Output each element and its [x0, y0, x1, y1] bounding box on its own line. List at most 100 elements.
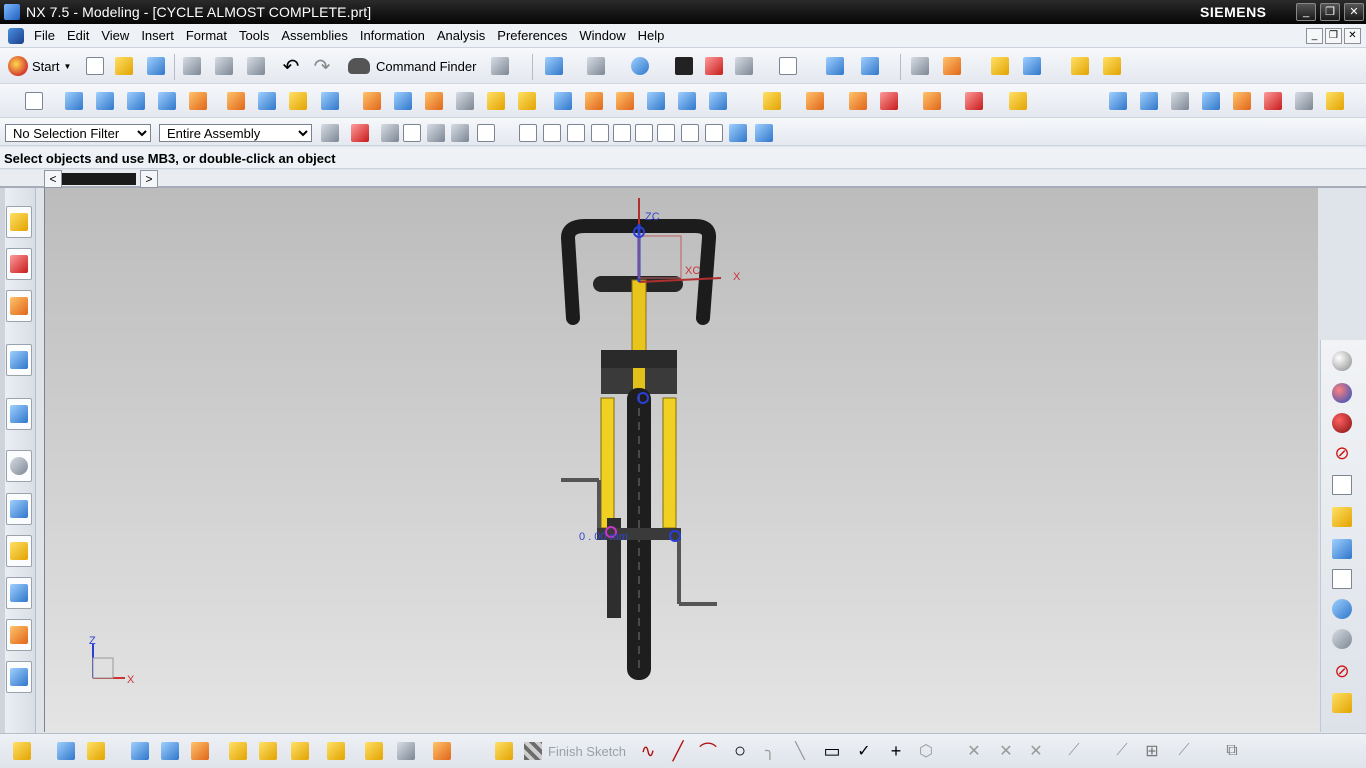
internet-explorer-tab[interactable]: [6, 344, 32, 376]
assembly-navigator-tab[interactable]: [6, 206, 32, 238]
assembly-cut-button[interactable]: [324, 739, 348, 763]
menu-assemblies[interactable]: Assemblies: [275, 28, 353, 43]
lighting-button[interactable]: [1328, 504, 1356, 530]
chamfer-sketch-button[interactable]: ╲: [788, 739, 812, 763]
menu-view[interactable]: View: [95, 28, 135, 43]
background-settings-button[interactable]: [1328, 472, 1356, 498]
save-button[interactable]: [144, 54, 168, 78]
new-file-button[interactable]: [83, 54, 107, 78]
snap-point-on-surface-button[interactable]: [702, 121, 726, 145]
material-button[interactable]: [1328, 380, 1356, 406]
component-properties-button[interactable]: [54, 739, 78, 763]
fillet-button[interactable]: ╮: [758, 739, 782, 763]
hole-button[interactable]: [155, 89, 179, 113]
link-button[interactable]: [362, 739, 386, 763]
menu-tools[interactable]: Tools: [233, 28, 275, 43]
document-tab[interactable]: [62, 173, 136, 185]
swept-button[interactable]: [1168, 89, 1192, 113]
revolve-button[interactable]: [93, 89, 117, 113]
promote-button[interactable]: [288, 739, 312, 763]
surface-through-curves-button[interactable]: [1106, 89, 1130, 113]
move-component-button[interactable]: [962, 89, 986, 113]
system-scene-tab[interactable]: [6, 661, 32, 693]
static-wireframe-button[interactable]: [732, 54, 756, 78]
assembly-constraints-button[interactable]: [920, 89, 944, 113]
trimmed-sheet-button[interactable]: [1292, 89, 1316, 113]
document-icon[interactable]: [8, 27, 24, 44]
menu-information[interactable]: Information: [354, 28, 431, 43]
selection-tools-button[interactable]: [488, 54, 512, 78]
mate-component-button[interactable]: [877, 89, 901, 113]
open-button[interactable]: [112, 54, 136, 78]
selection-scope-dropdown[interactable]: Entire Assembly: [159, 124, 312, 142]
sketch-settings-button[interactable]: ⧉: [1220, 739, 1244, 763]
render-style-button[interactable]: [628, 54, 652, 78]
orient-view-button[interactable]: [823, 54, 847, 78]
draft-button[interactable]: [422, 89, 446, 113]
inferred-dimension-button[interactable]: ⟋: [1172, 739, 1196, 763]
snap-bounded-grid-button[interactable]: [726, 121, 750, 145]
cut-button[interactable]: [180, 54, 204, 78]
bounded-plane-button[interactable]: [1199, 89, 1223, 113]
styled-blend-button[interactable]: [1261, 89, 1285, 113]
add-existing-button[interactable]: [84, 739, 108, 763]
snap-end-point-button[interactable]: [540, 121, 564, 145]
point-button[interactable]: +: [884, 739, 908, 763]
part-navigator-tab[interactable]: [6, 290, 32, 322]
menu-edit[interactable]: Edit: [61, 28, 95, 43]
minimize-button[interactable]: _: [1296, 3, 1316, 21]
sketch-button[interactable]: [22, 89, 46, 113]
snap-mid-point-button[interactable]: [564, 121, 588, 145]
remove-material-button[interactable]: ⊘: [1328, 440, 1356, 466]
snap-control-point-button[interactable]: [588, 121, 612, 145]
nx-app-icon[interactable]: [4, 4, 20, 20]
pattern-button[interactable]: [675, 89, 699, 113]
quick-trim-button[interactable]: ✕: [962, 739, 986, 763]
rectangle-button[interactable]: ▭: [820, 739, 844, 763]
assembly-load-button[interactable]: [10, 739, 34, 763]
offset-surface-button[interactable]: [1323, 89, 1347, 113]
manufacturing-wizards-tab[interactable]: [6, 577, 32, 609]
edit-material-button[interactable]: [1328, 410, 1356, 436]
thicken-button[interactable]: [484, 89, 508, 113]
doc-minimize-button[interactable]: _: [1306, 28, 1323, 44]
offset-curve-button[interactable]: ⬡: [914, 739, 938, 763]
close-button[interactable]: ✕: [1344, 3, 1364, 21]
measure-distance-button[interactable]: [1068, 54, 1092, 78]
system-materials-tab[interactable]: [6, 493, 32, 525]
doc-restore-button[interactable]: ❐: [1325, 28, 1342, 44]
visual-effects-button[interactable]: [1328, 626, 1356, 652]
mirror-assembly-button[interactable]: [158, 739, 182, 763]
menu-analysis[interactable]: Analysis: [431, 28, 491, 43]
disable-effects-button[interactable]: ⊘: [1328, 658, 1356, 684]
unite-button[interactable]: [286, 89, 310, 113]
sketch-task-button[interactable]: [492, 739, 516, 763]
snap-quadrant-button[interactable]: [654, 121, 678, 145]
start-button[interactable]: Start ▼: [8, 54, 71, 78]
user-view-button[interactable]: [1328, 596, 1356, 622]
command-finder-button[interactable]: Command Finder: [348, 54, 476, 78]
pad-button[interactable]: [224, 89, 248, 113]
menu-help[interactable]: Help: [632, 28, 671, 43]
fit-view-button[interactable]: [542, 54, 566, 78]
select-solid-button[interactable]: [752, 121, 776, 145]
snap-arc-center-button[interactable]: [632, 121, 656, 145]
profile-button[interactable]: ∿: [636, 739, 660, 763]
circle-button[interactable]: ○: [728, 739, 752, 763]
menu-window[interactable]: Window: [573, 28, 631, 43]
shaded-button[interactable]: [672, 54, 696, 78]
reposition-button[interactable]: [128, 739, 152, 763]
subtract-button[interactable]: [318, 89, 342, 113]
scene-person-button[interactable]: [1328, 536, 1356, 562]
offset-face-button[interactable]: [551, 89, 575, 113]
line-button[interactable]: ╱: [666, 739, 690, 763]
roles-tab[interactable]: [6, 619, 32, 651]
trim-body-button[interactable]: [515, 89, 539, 113]
block-button[interactable]: [124, 89, 148, 113]
rectangle-select-button[interactable]: [474, 121, 498, 145]
wave-mode-button[interactable]: [430, 739, 454, 763]
customize-button[interactable]: [1328, 690, 1356, 716]
tab-scroll-right-button[interactable]: >: [140, 170, 158, 188]
split-body-button[interactable]: [644, 89, 668, 113]
select-within-button[interactable]: [400, 121, 424, 145]
